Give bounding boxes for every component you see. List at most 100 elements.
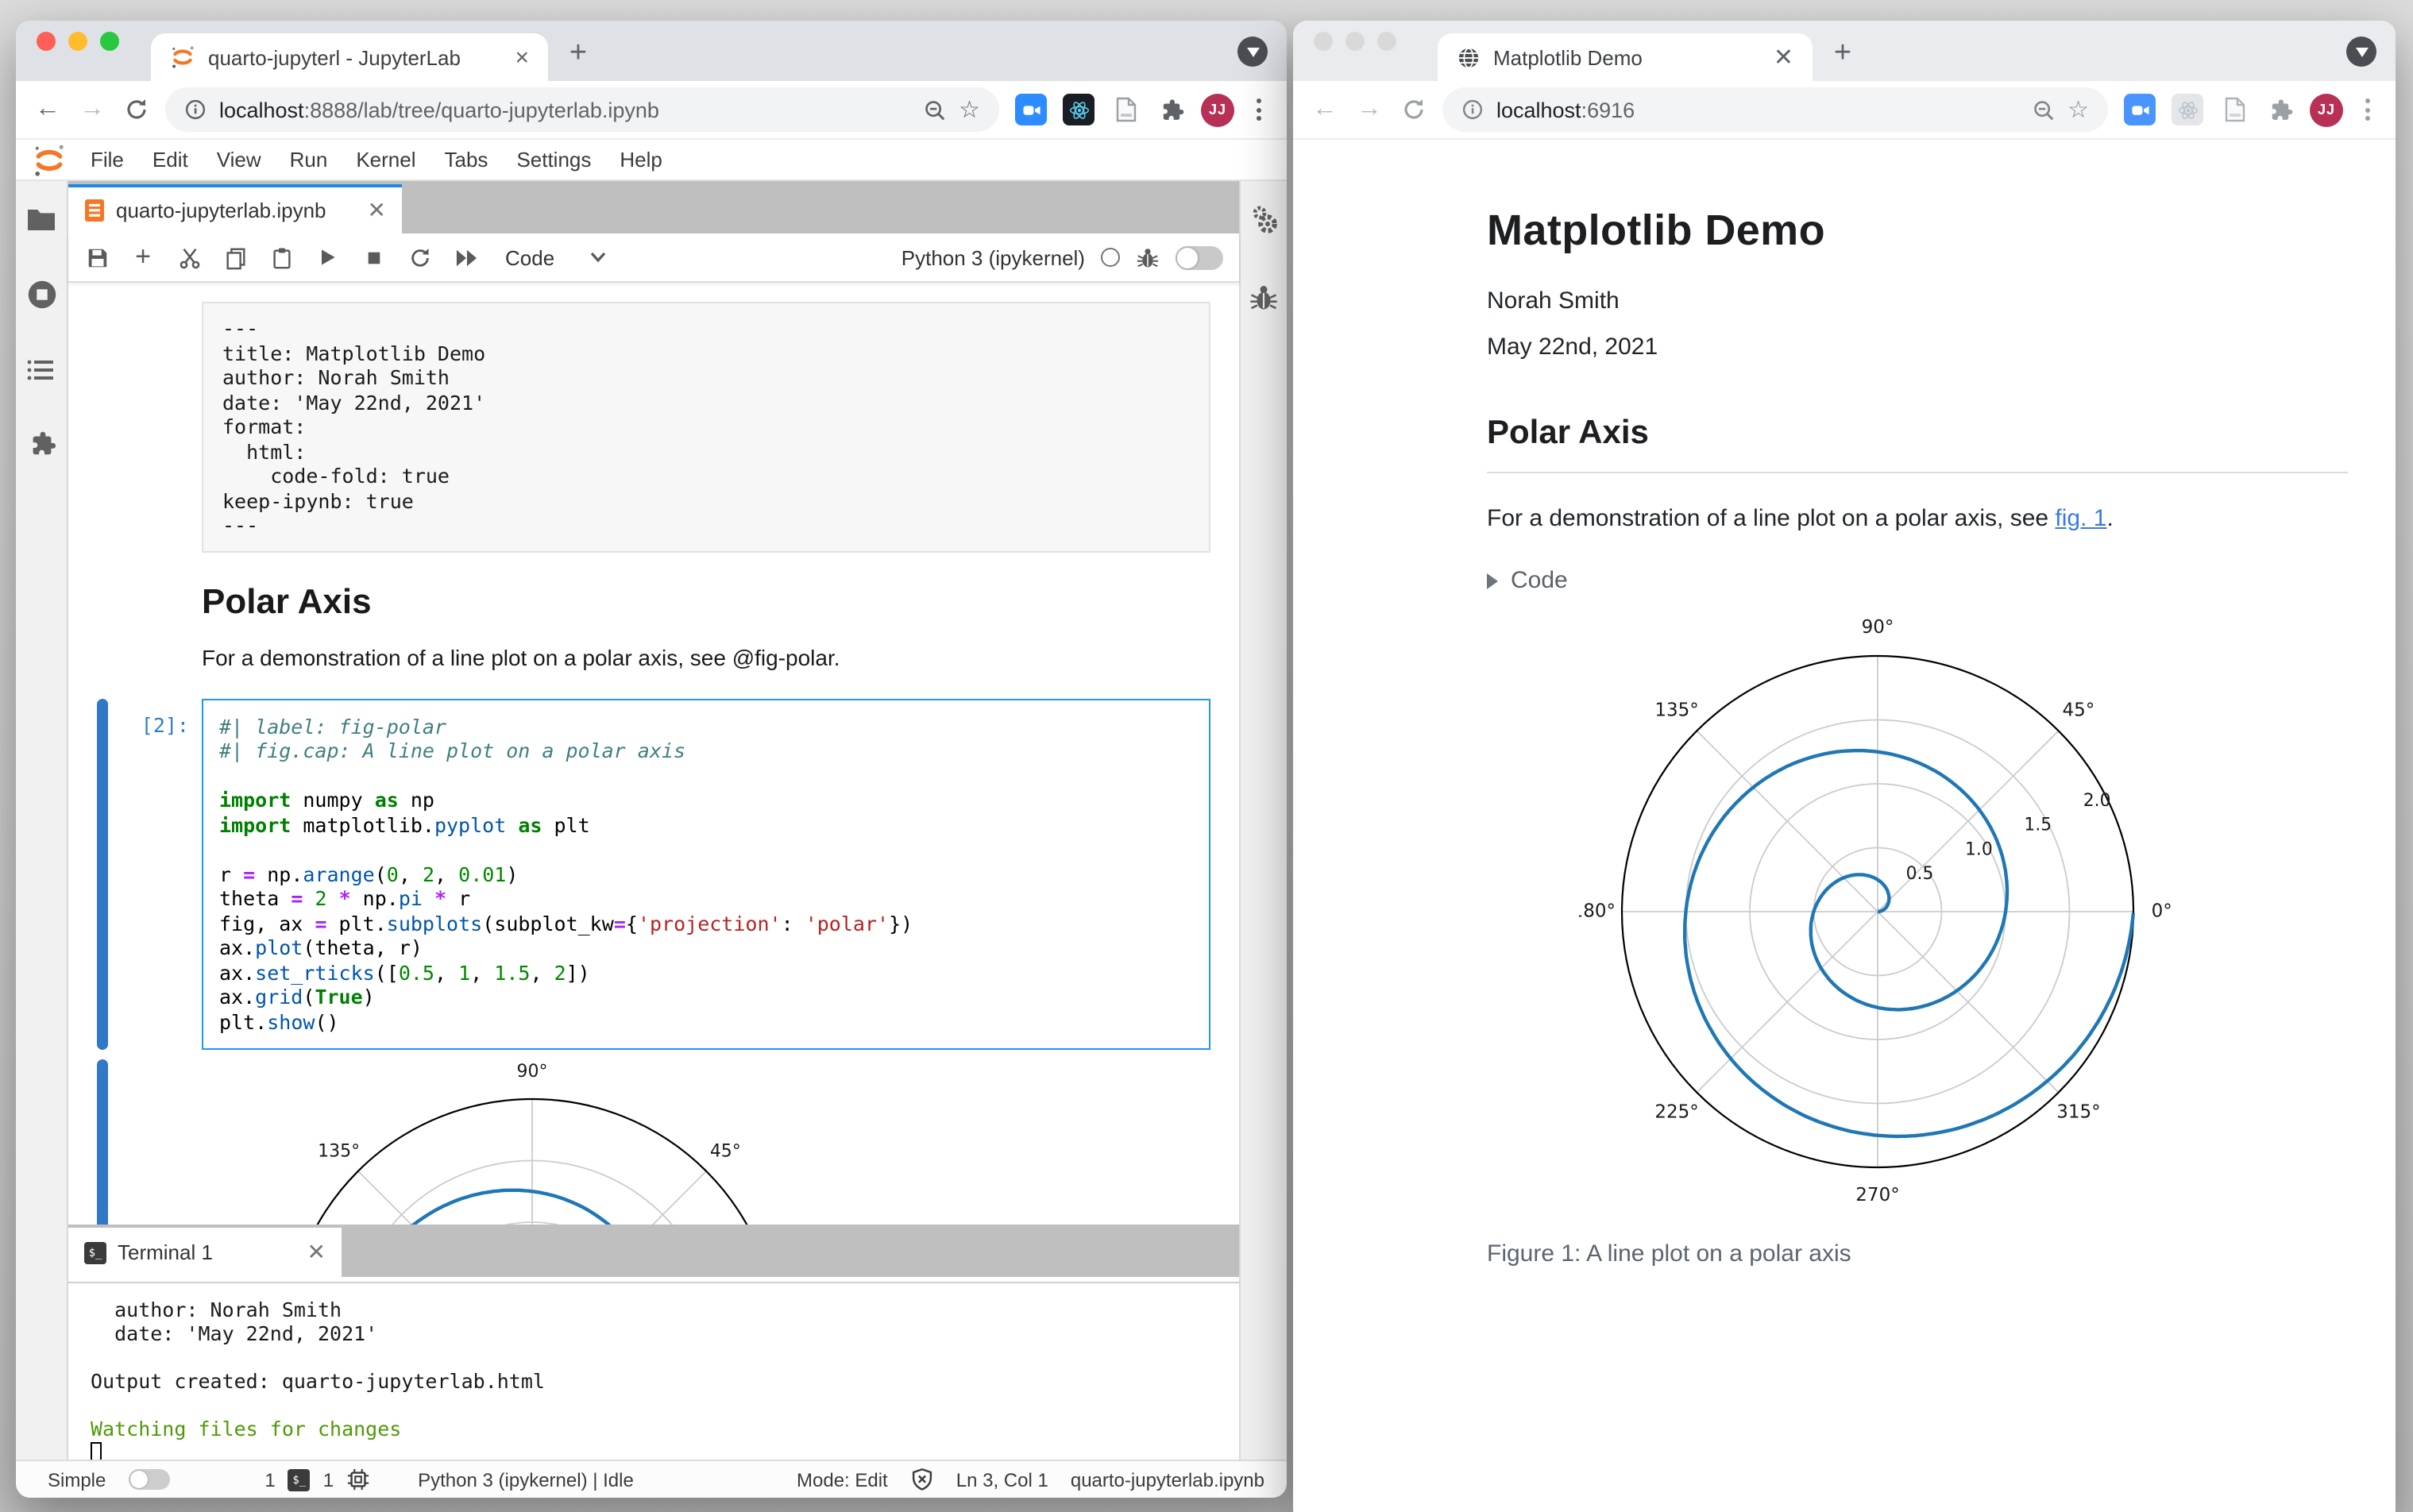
cell-type-dropdown[interactable]: Code bbox=[505, 245, 607, 269]
kernel-name-button[interactable]: Python 3 (ipykernel) bbox=[901, 245, 1085, 269]
menu-item-settings[interactable]: Settings bbox=[502, 148, 605, 172]
profile-avatar[interactable]: JJ bbox=[2310, 93, 2343, 126]
notebook-content[interactable]: --- title: Matplotlib Demo author: Norah S… bbox=[68, 283, 1239, 1225]
menu-item-file[interactable]: File bbox=[76, 148, 138, 172]
tab-overflow-menu-button[interactable] bbox=[2346, 37, 2376, 67]
run-cell-button[interactable] bbox=[315, 245, 340, 270]
raw-line: title: Matplotlib Demo bbox=[222, 341, 486, 364]
site-info-icon[interactable] bbox=[184, 98, 207, 121]
file-browser-icon[interactable] bbox=[25, 203, 57, 235]
close-window-button[interactable] bbox=[1314, 31, 1333, 50]
minimize-window-button[interactable] bbox=[1345, 31, 1365, 50]
new-tab-button[interactable]: + bbox=[1822, 33, 1863, 75]
notebook-tab-close-icon[interactable]: ✕ bbox=[368, 197, 386, 224]
zoom-out-page-icon[interactable] bbox=[922, 98, 946, 122]
url-text[interactable]: localhost:6916 bbox=[1496, 98, 2018, 122]
document-extension-icon[interactable] bbox=[1110, 94, 1142, 125]
toolbar-toggle[interactable] bbox=[1176, 245, 1223, 269]
code-fold-toggle[interactable]: Code bbox=[1487, 567, 2348, 594]
running-kernels-icon[interactable] bbox=[25, 278, 58, 311]
browser-tab-title: quarto-jupyterl - JupyterLab bbox=[208, 45, 461, 69]
forward-button[interactable]: → bbox=[1353, 95, 1385, 124]
raw-cell[interactable]: --- title: Matplotlib Demo author: Norah S… bbox=[68, 302, 1239, 552]
window-controls[interactable] bbox=[37, 21, 119, 81]
restart-kernel-button[interactable] bbox=[407, 245, 432, 270]
extensions-puzzle-icon[interactable] bbox=[1158, 96, 1185, 123]
zoom-out-page-icon[interactable] bbox=[2031, 98, 2055, 122]
browser-tab[interactable]: quarto-jupyterl - JupyterLab × bbox=[151, 33, 548, 81]
profile-avatar[interactable]: JJ bbox=[1201, 93, 1234, 126]
terminal-output[interactable]: author: Norah Smith date: 'May 22nd, 202… bbox=[68, 1277, 1239, 1463]
reload-button[interactable] bbox=[121, 97, 153, 122]
minimize-window-button[interactable] bbox=[68, 31, 87, 50]
tab-close-icon[interactable]: ✕ bbox=[1774, 43, 1793, 71]
url-text[interactable]: localhost:8888/lab/tree/quarto-jupyterla… bbox=[219, 98, 909, 122]
terminal-tab-close-icon[interactable]: ✕ bbox=[307, 1239, 326, 1266]
code-cell-editor[interactable]: #| label: fig-polar #| fig.cap: A line pl… bbox=[202, 698, 1210, 1050]
markdown-cell[interactable]: Polar Axis For a demonstration of a line… bbox=[68, 580, 1239, 669]
tab-close-icon[interactable]: × bbox=[515, 44, 529, 71]
svg-text:0°: 0° bbox=[2152, 901, 2172, 922]
cursor-position[interactable]: Ln 3, Col 1 bbox=[956, 1468, 1048, 1491]
site-info-icon[interactable] bbox=[1461, 98, 1484, 121]
simple-mode-toggle[interactable] bbox=[128, 1469, 170, 1490]
kernel-status-text[interactable]: Python 3 (ipykernel) | Idle bbox=[418, 1468, 634, 1491]
document-extension-icon[interactable] bbox=[2219, 94, 2251, 125]
debugger-bug-icon[interactable] bbox=[1136, 245, 1160, 269]
restart-run-all-button[interactable] bbox=[453, 245, 478, 270]
code-cell[interactable]: [2]: #| label: fig-polar #| fig.cap: A li… bbox=[68, 698, 1239, 1050]
menu-item-view[interactable]: View bbox=[203, 148, 276, 172]
notebook-tab[interactable]: quarto-jupyterlab.ipynb ✕ bbox=[68, 184, 402, 233]
address-bar[interactable]: localhost:6916 ☆ bbox=[1442, 87, 2108, 132]
svg-text:0.5: 0.5 bbox=[1906, 864, 1934, 884]
browser-menu-icon[interactable] bbox=[2359, 98, 2376, 121]
zoom-extension-icon[interactable] bbox=[1015, 94, 1047, 125]
window-controls[interactable] bbox=[1314, 21, 1396, 81]
output-collapser[interactable] bbox=[97, 1059, 108, 1225]
interrupt-kernel-button[interactable] bbox=[361, 245, 386, 270]
close-window-button[interactable] bbox=[37, 31, 56, 50]
raw-cell-editor[interactable]: --- title: Matplotlib Demo author: Norah S… bbox=[202, 302, 1210, 552]
svg-text:135°: 135° bbox=[1654, 700, 1698, 721]
property-inspector-gears-icon[interactable] bbox=[1246, 203, 1281, 238]
extension-manager-icon[interactable] bbox=[26, 429, 56, 459]
paste-cells-button[interactable] bbox=[268, 245, 294, 270]
figure-caption: Figure 1: A line plot on a polar axis bbox=[1487, 1240, 1851, 1267]
new-tab-button[interactable]: + bbox=[558, 33, 599, 75]
copy-cells-button[interactable] bbox=[222, 245, 248, 270]
debugger-sidebar-bug-icon[interactable] bbox=[1249, 283, 1279, 313]
back-button[interactable]: ← bbox=[1309, 95, 1341, 124]
code-line: import matplotlib.pyplot as plt bbox=[219, 812, 590, 836]
kernel-chip-icon bbox=[348, 1468, 369, 1491]
menu-item-run[interactable]: Run bbox=[276, 148, 342, 172]
save-button[interactable] bbox=[84, 245, 110, 270]
zoom-window-button[interactable] bbox=[1377, 31, 1396, 50]
address-bar[interactable]: localhost:8888/lab/tree/quarto-jupyterla… bbox=[165, 87, 999, 132]
figure-link[interactable]: fig. 1 bbox=[2055, 505, 2106, 532]
extensions-puzzle-icon[interactable] bbox=[2267, 96, 2294, 123]
menu-item-kernel[interactable]: Kernel bbox=[342, 148, 430, 172]
zoom-extension-icon[interactable] bbox=[2124, 94, 2156, 125]
browser-tab[interactable]: Matplotlib Demo ✕ bbox=[1438, 33, 1813, 81]
back-button[interactable]: ← bbox=[32, 95, 64, 124]
browser-menu-icon[interactable] bbox=[1250, 98, 1268, 121]
command-mode-icon bbox=[912, 1468, 932, 1491]
cell-collapser[interactable] bbox=[97, 698, 108, 1050]
menu-item-help[interactable]: Help bbox=[605, 148, 677, 172]
forward-button[interactable]: → bbox=[76, 95, 108, 124]
zoom-window-button[interactable] bbox=[100, 31, 119, 50]
tab-overflow-menu-button[interactable] bbox=[1237, 37, 1268, 67]
reload-button[interactable] bbox=[1398, 97, 1430, 122]
terminal-tab[interactable]: $_ Terminal 1 ✕ bbox=[68, 1228, 342, 1277]
menu-item-edit[interactable]: Edit bbox=[138, 148, 203, 172]
add-cell-button[interactable]: + bbox=[130, 241, 156, 272]
bookmark-star-icon[interactable]: ☆ bbox=[959, 95, 980, 124]
table-of-contents-icon[interactable] bbox=[25, 354, 57, 386]
react-devtools-extension-icon[interactable] bbox=[1063, 94, 1095, 125]
react-devtools-extension-icon[interactable] bbox=[2172, 94, 2203, 125]
menu-item-tabs[interactable]: Tabs bbox=[430, 148, 503, 172]
bookmark-star-icon[interactable]: ☆ bbox=[2067, 95, 2089, 124]
cut-cells-button[interactable] bbox=[176, 245, 202, 270]
kernel-count: 1 bbox=[322, 1468, 334, 1491]
